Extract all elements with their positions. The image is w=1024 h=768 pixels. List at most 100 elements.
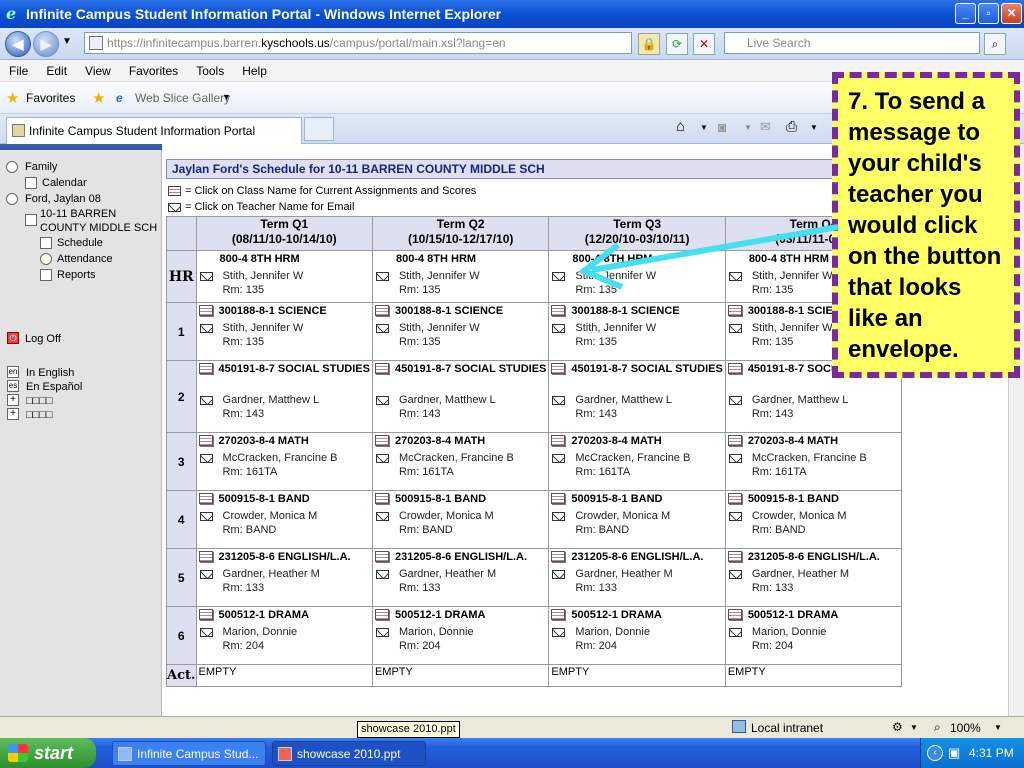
teacher-email-link[interactable]: Stith, Jennifer W bbox=[752, 322, 833, 334]
class-book-icon[interactable] bbox=[551, 551, 566, 562]
feeds-icon[interactable]: ◙ bbox=[718, 119, 726, 135]
chevron-down-icon[interactable]: ▼ bbox=[222, 92, 231, 102]
envelope-icon[interactable] bbox=[728, 396, 742, 405]
envelope-icon[interactable] bbox=[728, 570, 742, 579]
class-book-icon[interactable] bbox=[727, 609, 742, 620]
class-name-link[interactable]: 450191-8-7 SOCIAL STUDIES bbox=[571, 363, 722, 375]
class-name-link[interactable]: 270203-8-4 MATH bbox=[395, 435, 485, 447]
class-book-icon[interactable] bbox=[374, 493, 389, 504]
teacher-email-link[interactable]: Stith, Jennifer W bbox=[399, 270, 480, 282]
class-book-icon[interactable] bbox=[374, 551, 389, 562]
teacher-email-link[interactable]: Stith, Jennifer W bbox=[223, 270, 304, 282]
class-book-icon[interactable] bbox=[727, 305, 742, 316]
add-favorite-icon[interactable]: ★ bbox=[92, 89, 105, 107]
search-input[interactable]: Live Search bbox=[724, 32, 980, 54]
envelope-icon[interactable] bbox=[375, 324, 389, 333]
class-book-icon[interactable] bbox=[198, 493, 213, 504]
sidebar-school-line1[interactable]: 10-11 BARREN bbox=[40, 208, 116, 220]
lang-other-link[interactable]: □□□□ bbox=[26, 395, 53, 407]
envelope-icon[interactable] bbox=[552, 512, 566, 521]
envelope-icon[interactable] bbox=[728, 454, 742, 463]
class-book-icon[interactable] bbox=[374, 435, 389, 446]
teacher-email-link[interactable]: Gardner, Heather M bbox=[399, 568, 496, 580]
class-book-icon[interactable] bbox=[727, 551, 742, 562]
menu-help[interactable]: Help bbox=[233, 64, 276, 78]
sidebar-item-schedule[interactable]: Schedule bbox=[57, 237, 103, 249]
forward-button[interactable]: ▶ bbox=[33, 31, 59, 57]
favorites-button[interactable]: Favorites bbox=[26, 91, 75, 105]
url-input[interactable]: https://infinitecampus.barren.kyschools.… bbox=[84, 32, 632, 54]
class-name-link[interactable]: 450191-8-7 SOCIAL STUDIES bbox=[395, 363, 546, 375]
start-button[interactable]: start bbox=[0, 738, 96, 768]
menu-favorites[interactable]: Favorites bbox=[120, 64, 187, 78]
teacher-email-link[interactable]: McCracken, Francine B bbox=[752, 452, 867, 464]
envelope-icon[interactable] bbox=[375, 272, 389, 281]
protected-mode-icon[interactable]: ⚙ bbox=[892, 720, 903, 734]
tray-expand-icon[interactable]: ‹ bbox=[927, 745, 943, 761]
envelope-icon[interactable] bbox=[199, 396, 213, 405]
teacher-email-link[interactable]: Stith, Jennifer W bbox=[575, 322, 656, 334]
class-name-link[interactable]: 800-4 8TH HRM bbox=[396, 253, 476, 265]
teacher-email-link[interactable]: Crowder, Monica M bbox=[752, 510, 847, 522]
class-name-link[interactable]: 500915-8-1 BAND bbox=[219, 493, 310, 505]
teacher-email-link[interactable]: Crowder, Monica M bbox=[575, 510, 670, 522]
logoff-link[interactable]: Log Off bbox=[25, 333, 61, 345]
class-name-link[interactable]: 231205-8-6 ENGLISH/L.A. bbox=[395, 551, 527, 563]
chevron-down-icon[interactable]: ▼ bbox=[810, 123, 818, 132]
teacher-email-link[interactable]: Marion, Donnie bbox=[575, 626, 650, 638]
class-book-icon[interactable] bbox=[374, 363, 389, 374]
envelope-icon[interactable] bbox=[199, 570, 213, 579]
teacher-email-link[interactable]: McCracken, Francine B bbox=[575, 452, 690, 464]
class-name-link[interactable]: 500915-8-1 BAND bbox=[571, 493, 662, 505]
envelope-icon[interactable] bbox=[552, 324, 566, 333]
restore-button[interactable]: ▫ bbox=[978, 3, 999, 24]
teacher-email-link[interactable]: Gardner, Heather M bbox=[575, 568, 672, 580]
envelope-icon[interactable] bbox=[552, 454, 566, 463]
envelope-icon[interactable] bbox=[199, 324, 213, 333]
envelope-icon[interactable] bbox=[728, 324, 742, 333]
sidebar-item-reports[interactable]: Reports bbox=[57, 269, 96, 281]
lock-icon[interactable]: 🔒 bbox=[638, 33, 660, 55]
envelope-icon[interactable] bbox=[199, 628, 213, 637]
history-dropdown-icon[interactable]: ▼ bbox=[62, 36, 72, 47]
class-book-icon[interactable] bbox=[551, 493, 566, 504]
sidebar-item-attendance[interactable]: Attendance bbox=[57, 253, 113, 265]
envelope-icon[interactable] bbox=[199, 512, 213, 521]
envelope-icon[interactable] bbox=[375, 628, 389, 637]
chevron-down-icon[interactable]: ▼ bbox=[910, 723, 918, 732]
envelope-icon[interactable] bbox=[552, 272, 566, 281]
class-name-link[interactable]: 800-4 8TH HRM bbox=[220, 253, 300, 265]
stop-icon[interactable]: ✕ bbox=[693, 33, 715, 55]
minimize-button[interactable]: _ bbox=[955, 3, 976, 24]
lang-english-link[interactable]: In English bbox=[26, 367, 74, 379]
teacher-email-link[interactable]: Gardner, Matthew L bbox=[575, 394, 672, 406]
envelope-icon[interactable] bbox=[552, 570, 566, 579]
class-name-link[interactable]: 231205-8-6 ENGLISH/L.A. bbox=[571, 551, 703, 563]
sidebar-item-calendar[interactable]: Calendar bbox=[42, 177, 87, 189]
class-book-icon[interactable] bbox=[198, 305, 213, 316]
teacher-email-link[interactable]: Crowder, Monica M bbox=[223, 510, 318, 522]
taskbar-item-ppt[interactable]: showcase 2010.ppt bbox=[272, 741, 426, 766]
class-book-icon[interactable] bbox=[551, 305, 566, 316]
envelope-icon[interactable] bbox=[375, 454, 389, 463]
envelope-icon[interactable] bbox=[375, 570, 389, 579]
menu-edit[interactable]: Edit bbox=[37, 64, 76, 78]
print-icon[interactable]: ⎙ bbox=[786, 118, 797, 135]
class-name-link[interactable]: 500512-1 DRAMA bbox=[571, 609, 661, 621]
envelope-icon[interactable] bbox=[552, 396, 566, 405]
tab-portal[interactable]: Infinite Campus Student Information Port… bbox=[6, 117, 302, 144]
teacher-email-link[interactable]: Stith, Jennifer W bbox=[223, 322, 304, 334]
class-book-icon[interactable] bbox=[198, 363, 213, 374]
teacher-email-link[interactable]: Gardner, Matthew L bbox=[399, 394, 496, 406]
zoom-level[interactable]: 100% bbox=[950, 721, 981, 735]
web-slice-gallery-link[interactable]: Web Slice Gallery bbox=[135, 91, 230, 105]
class-book-icon[interactable] bbox=[551, 435, 566, 446]
menu-view[interactable]: View bbox=[76, 64, 120, 78]
class-name-link[interactable]: 270203-8-4 MATH bbox=[219, 435, 309, 447]
sidebar-item-student[interactable]: Ford, Jaylan 08 bbox=[25, 193, 101, 205]
class-name-link[interactable]: 500512-1 DRAMA bbox=[395, 609, 485, 621]
chevron-down-icon[interactable]: ▼ bbox=[700, 123, 708, 132]
back-button[interactable]: ◀ bbox=[5, 31, 31, 57]
envelope-icon[interactable] bbox=[552, 628, 566, 637]
teacher-email-link[interactable]: McCracken, Francine B bbox=[223, 452, 338, 464]
